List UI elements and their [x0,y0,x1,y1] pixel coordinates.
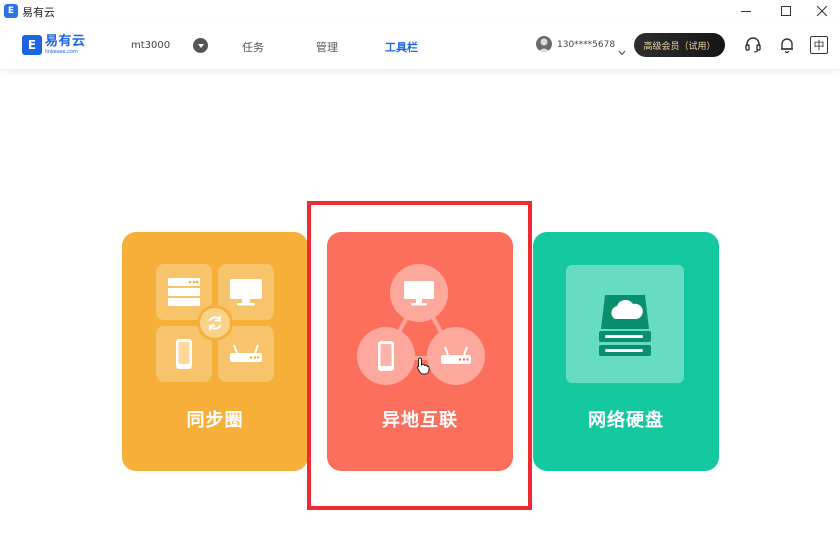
account-number[interactable]: 130****5678 [557,40,615,50]
monitor-node-icon [390,264,448,322]
brand-url: linkease.com [45,49,78,55]
sync-circle-label: 同步圈 [186,410,244,431]
app-logo-icon: E [4,4,18,18]
router-node-icon [427,327,485,385]
sync-refresh-icon [197,305,233,341]
maximize-button[interactable] [767,0,805,22]
close-button[interactable] [803,0,840,22]
mouse-pointer-icon [416,357,430,379]
brand-logo[interactable]: E 易有云 linkease.com [22,35,86,59]
brand-logo-icon: E [22,35,42,55]
brand-name: 易有云 [45,34,86,49]
vip-membership-button[interactable]: 高级会员（试用） [634,33,725,57]
language-switch-button[interactable]: 中 [810,36,828,54]
top-navigation: E 易有云 linkease.com mt3000 任务 管理 工具栏 130*… [0,22,840,70]
phone-node-icon [357,327,415,385]
network-disk-card[interactable]: 网络硬盘 [533,232,719,471]
cloud-storage-icon [566,265,684,383]
customer-service-icon[interactable] [742,34,764,56]
notification-bell-icon[interactable] [776,34,798,56]
tab-manage[interactable]: 管理 [316,39,338,55]
tab-toolbar[interactable]: 工具栏 [385,39,418,55]
remote-interconnect-card[interactable]: 异地互联 [327,232,513,471]
user-avatar[interactable] [536,36,552,52]
minimize-button[interactable] [727,0,765,22]
remote-interconnect-label: 异地互联 [382,410,458,431]
network-disk-label: 网络硬盘 [588,410,664,431]
window-title: 易有云 [22,6,55,19]
tab-tasks[interactable]: 任务 [242,39,264,55]
device-name[interactable]: mt3000 [131,40,170,51]
account-chevron-down-icon[interactable] [618,41,626,60]
device-dropdown-icon[interactable] [193,38,208,53]
window-titlebar: E 易有云 [0,0,840,22]
sync-circle-card[interactable]: 同步圈 [122,232,308,471]
